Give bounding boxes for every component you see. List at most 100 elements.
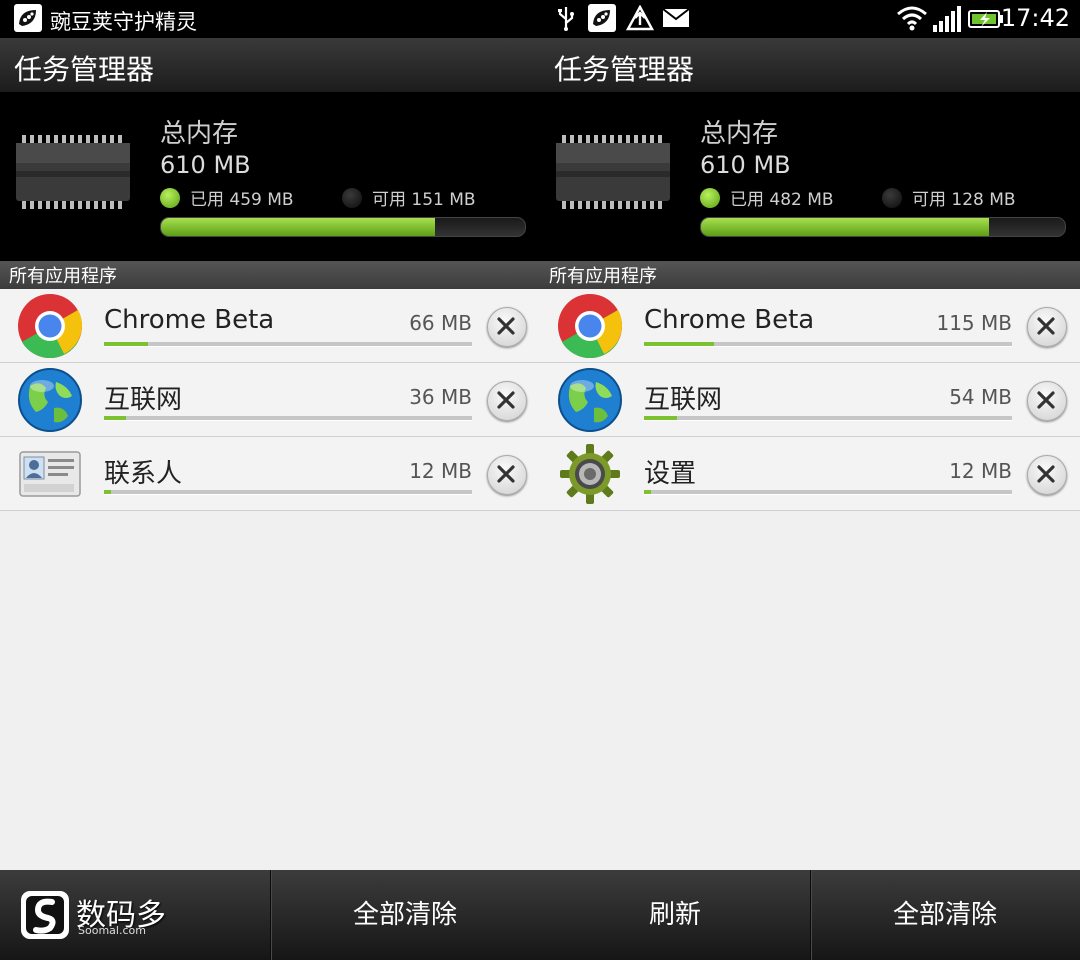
close-app-button[interactable] <box>487 307 527 347</box>
app-memory-size: 12 MB <box>949 459 1012 483</box>
app-memory-size: 36 MB <box>409 385 472 409</box>
status-bar: 豌豆荚守护精灵 <box>0 0 540 38</box>
app-usage-fill <box>104 490 112 494</box>
status-bar: 17:42 <box>540 0 1080 38</box>
clear-all-button[interactable]: 全部清除 <box>810 870 1080 960</box>
memory-chip-icon <box>556 135 670 209</box>
used-legend: 已用 482 MB <box>700 185 834 210</box>
free-memory-text: 可用 151 MB <box>372 190 476 210</box>
memory-total: 610 MB <box>160 151 251 179</box>
contacts-icon <box>19 451 81 497</box>
section-label: 所有应用程序 <box>549 266 657 287</box>
app-usage-fill <box>644 490 652 494</box>
memory-summary: 总内存 610 MB 已用 459 MB 可用 151 MB <box>0 93 540 261</box>
refresh-button[interactable]: 刷新 <box>540 870 811 960</box>
app-row-chrome-beta[interactable]: Chrome Beta 66 MB <box>0 289 540 363</box>
close-app-button[interactable] <box>1027 381 1067 421</box>
app-usage-bar <box>644 490 1012 495</box>
mail-icon <box>662 8 690 27</box>
app-usage-fill <box>644 416 678 420</box>
app-name: 互联网 <box>104 385 183 415</box>
battery-charging-icon <box>968 10 1003 28</box>
soomal-logo-icon <box>21 891 69 939</box>
memory-usage-bar <box>700 217 1066 237</box>
close-icon <box>1037 317 1055 335</box>
memory-total: 610 MB <box>700 151 791 179</box>
app-usage-bar <box>104 416 472 421</box>
app-usage-bar <box>644 342 1012 347</box>
chrome-icon <box>558 294 623 359</box>
free-dot-icon <box>882 188 902 208</box>
app-row-contacts[interactable]: 联系人 12 MB <box>0 437 540 511</box>
app-name: 互联网 <box>644 385 723 415</box>
wandoujia-icon <box>588 4 616 32</box>
wandoujia-icon <box>14 4 42 32</box>
clear-all-button[interactable]: 全部清除 <box>270 870 540 960</box>
app-name: 设置 <box>644 459 697 489</box>
gear-icon <box>560 444 620 504</box>
app-memory-size: 66 MB <box>409 311 472 335</box>
app-name: Chrome Beta <box>104 305 275 335</box>
status-time: 17:42 <box>1000 4 1070 32</box>
app-row-settings[interactable]: 设置 12 MB <box>540 437 1080 511</box>
app-memory-size: 54 MB <box>949 385 1012 409</box>
app-name: Chrome Beta <box>644 305 815 335</box>
used-legend: 已用 459 MB <box>160 185 294 210</box>
title-bar: 任务管理器 <box>0 38 540 93</box>
upload-icon <box>626 5 654 31</box>
app-list: Chrome Beta 66 MB 互联网 36 MB 联系人 12 MB <box>0 289 540 511</box>
right-panel: 17:42 任务管理器 总内存 610 MB 已用 482 MB 可用 128 … <box>540 0 1080 960</box>
app-row-chrome-beta[interactable]: Chrome Beta 115 MB <box>540 289 1080 363</box>
free-legend: 可用 128 MB <box>882 185 1016 210</box>
app-usage-fill <box>644 342 714 346</box>
app-usage-bar <box>104 490 472 495</box>
watermark-subtext: Soomal.com <box>78 924 146 937</box>
used-dot-icon <box>160 188 180 208</box>
usb-icon <box>558 7 574 31</box>
close-icon <box>497 391 515 409</box>
memory-label: 总内存 <box>700 119 779 149</box>
wifi-icon <box>897 6 927 31</box>
app-memory-size: 12 MB <box>409 459 472 483</box>
app-list: Chrome Beta 115 MB 互联网 54 MB 设置 12 MB <box>540 289 1080 511</box>
app-row-internet[interactable]: 互联网 54 MB <box>540 363 1080 437</box>
close-icon <box>1037 465 1055 483</box>
page-title: 任务管理器 <box>14 53 155 86</box>
free-memory-text: 可用 128 MB <box>912 190 1016 210</box>
chrome-icon <box>18 294 83 359</box>
memory-summary: 总内存 610 MB 已用 482 MB 可用 128 MB <box>540 93 1080 261</box>
close-app-button[interactable] <box>1027 455 1067 495</box>
free-legend: 可用 151 MB <box>342 185 476 210</box>
memory-usage-fill <box>701 218 989 236</box>
used-memory-text: 已用 482 MB <box>730 190 834 210</box>
app-usage-bar <box>644 416 1012 421</box>
close-app-button[interactable] <box>487 455 527 495</box>
app-memory-size: 115 MB <box>936 311 1012 335</box>
app-name: 联系人 <box>104 459 183 489</box>
title-bar: 任务管理器 <box>540 38 1080 93</box>
section-header: 所有应用程序 <box>0 261 540 289</box>
memory-label: 总内存 <box>160 119 239 149</box>
section-label: 所有应用程序 <box>9 266 117 287</box>
free-dot-icon <box>342 188 362 208</box>
app-usage-fill <box>104 416 127 420</box>
memory-chip-icon <box>16 135 130 209</box>
memory-usage-fill <box>161 218 436 236</box>
close-icon <box>1037 391 1055 409</box>
globe-icon <box>558 368 622 432</box>
notification-text: 豌豆荚守护精灵 <box>50 10 197 34</box>
signal-icon <box>933 6 961 32</box>
section-header: 所有应用程序 <box>540 261 1080 289</box>
close-icon <box>497 317 515 335</box>
close-icon <box>497 465 515 483</box>
close-app-button[interactable] <box>487 381 527 421</box>
watermark: 数码多 Soomal.com <box>20 890 166 944</box>
globe-icon <box>18 368 82 432</box>
used-dot-icon <box>700 188 720 208</box>
memory-usage-bar <box>160 217 526 237</box>
bottom-action-bar: 刷新 全部清除 <box>540 870 1080 960</box>
used-memory-text: 已用 459 MB <box>190 190 294 210</box>
close-app-button[interactable] <box>1027 307 1067 347</box>
page-title: 任务管理器 <box>554 53 695 86</box>
app-row-internet[interactable]: 互联网 36 MB <box>0 363 540 437</box>
